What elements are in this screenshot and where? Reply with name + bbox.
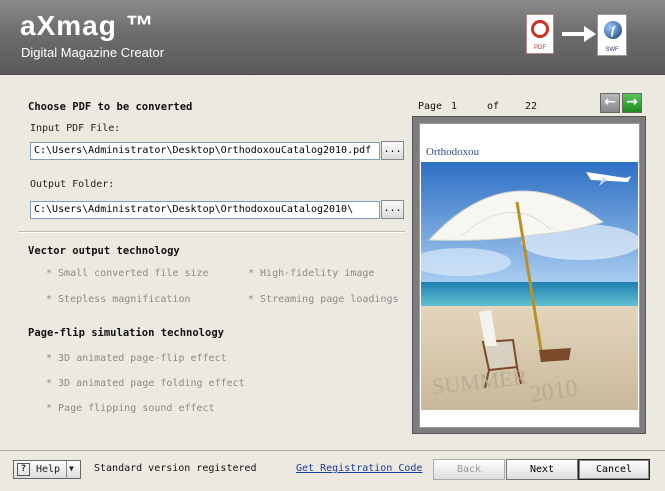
next-page-button[interactable]: → [622,93,642,113]
pageflip-tech-title: Page-flip simulation technology [28,327,224,339]
arrow-right-icon [562,26,596,42]
total-pages: 22 [525,101,538,112]
input-pdf-field[interactable]: C:\Users\Administrator\Desktop\Orthodoxo… [30,142,380,160]
section-divider [18,231,405,233]
feature-item: * Stepless magnification [46,294,191,305]
input-pdf-label: Input PDF File: [30,123,121,134]
brand-logo: aXmag ™ [20,10,155,41]
feature-item: * 3D animated page folding effect [46,378,245,389]
output-folder-label: Output Folder: [30,179,115,190]
app-header: aXmag ™ Digital Magazine Creator PDF f S… [0,0,665,75]
feature-item: * High-fidelity image [248,268,375,279]
registration-status: Standard version registered [94,463,257,474]
back-button[interactable]: Back [433,459,505,480]
feature-item: * 3D animated page-flip effect [46,353,227,364]
help-icon: ? [17,463,30,476]
chevron-down-icon[interactable]: ▼ [69,464,74,473]
feature-item: * Page flipping sound effect [46,403,215,414]
arrow-left-icon: ← [604,94,616,110]
help-button[interactable]: ? Help ▼ [13,460,81,479]
feature-item: * Small converted file size [46,268,209,279]
swf-glyph: f [604,21,622,39]
cancel-button[interactable]: Cancel [578,459,650,480]
current-page-number: 1 [451,101,458,112]
catalog-brand: Orthodoxou [426,146,480,158]
output-folder-field[interactable]: C:\Users\Administrator\Desktop\Orthodoxo… [30,201,380,219]
prev-page-button[interactable]: ← [600,93,620,113]
arrow-right-icon: → [626,94,638,110]
swf-icon-label: SWF [605,47,619,53]
pdf-icon: PDF [526,14,554,54]
choose-pdf-title: Choose PDF to be converted [28,101,193,113]
pdf-icon-label: PDF [534,45,546,51]
swf-icon: f SWF [597,14,627,56]
beach-photo: SUMMER 2010 [421,162,638,410]
of-label: of [487,101,500,112]
brand-tagline: Digital Magazine Creator [21,45,165,60]
browse-input-button[interactable]: ... [381,141,404,160]
help-label: Help [36,464,61,475]
page-label: Page [418,101,443,112]
preview-page: Orthodoxou SUMMER 2010 [419,123,640,428]
next-button[interactable]: Next [506,459,578,480]
get-registration-code-link[interactable]: Get Registration Code [296,463,422,474]
feature-item: * Streaming page loadings [248,294,399,305]
vector-tech-title: Vector output technology [28,245,180,257]
browse-output-button[interactable]: ... [381,200,404,219]
help-split-divider [66,461,67,478]
